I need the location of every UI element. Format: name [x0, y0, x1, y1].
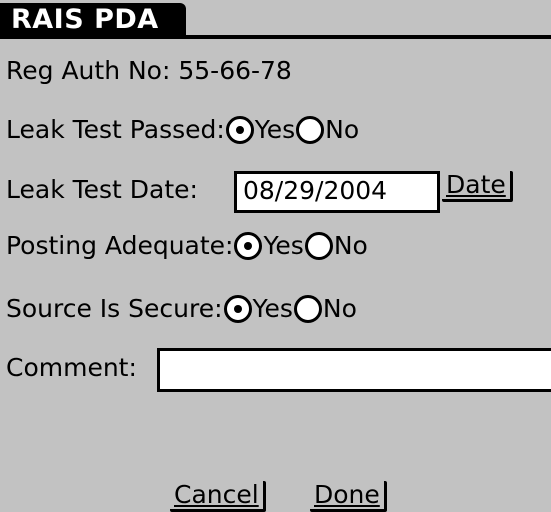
title-divider [0, 35, 551, 39]
source-secure-label: Source Is Secure: [6, 294, 223, 323]
leak-test-passed-row: Leak Test Passed: Yes No [6, 114, 359, 145]
app-title: RAIS PDA [0, 3, 186, 37]
posting-adequate-yes-label[interactable]: Yes [263, 231, 303, 261]
posting-adequate-no-label[interactable]: No [334, 231, 368, 261]
reg-auth-value: 55-66-78 [178, 56, 292, 85]
reg-auth-label: Reg Auth No: [6, 56, 171, 85]
leak-test-date-field[interactable]: 08/29/2004 [234, 171, 440, 213]
posting-adequate-no-radio[interactable] [304, 232, 333, 260]
posting-adequate-label: Posting Adequate: [6, 231, 234, 260]
posting-adequate-yes-radio[interactable] [234, 232, 263, 260]
posting-adequate-row: Posting Adequate: Yes No [6, 230, 368, 261]
source-secure-yes-label[interactable]: Yes [253, 294, 293, 324]
source-secure-yes-radio[interactable] [223, 295, 252, 323]
title-bar: RAIS PDA [0, 0, 551, 39]
leak-test-date-label: Leak Test Date: [6, 175, 198, 204]
comment-field[interactable] [157, 348, 551, 392]
leak-test-passed-yes-label[interactable]: Yes [255, 115, 295, 145]
leak-test-passed-no-label[interactable]: No [325, 115, 359, 145]
leak-test-passed-yes-radio[interactable] [225, 116, 254, 144]
source-secure-no-radio[interactable] [293, 295, 322, 323]
leak-test-date-row: Leak Test Date: [6, 174, 198, 205]
cancel-button[interactable]: Cancel [170, 481, 266, 512]
leak-test-passed-no-radio[interactable] [296, 116, 325, 144]
leak-test-passed-label: Leak Test Passed: [6, 115, 225, 144]
comment-label: Comment: [6, 353, 137, 382]
done-button[interactable]: Done [310, 481, 387, 512]
source-secure-row: Source Is Secure: Yes No [6, 293, 357, 324]
reg-auth-row: Reg Auth No: 55-66-78 [6, 55, 292, 86]
source-secure-no-label[interactable]: No [323, 294, 357, 324]
date-button[interactable]: Date [442, 171, 513, 202]
comment-row: Comment: [6, 352, 137, 383]
